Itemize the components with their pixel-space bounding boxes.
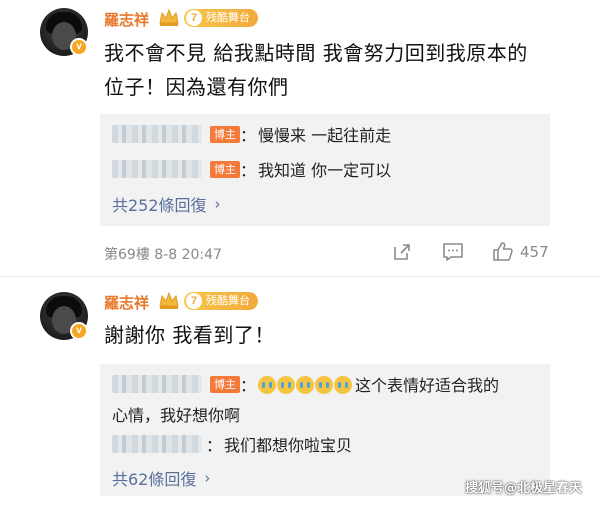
author-name[interactable]: 羅志祥: [104, 9, 149, 30]
chevron-right-icon: ›: [204, 469, 211, 487]
reply-text: 我知道 你一定可以: [258, 161, 392, 180]
reply-text: 慢慢来 一起往前走: [258, 126, 392, 145]
blurred-username: [112, 435, 202, 453]
more-replies-link[interactable]: 共252條回復 ›: [112, 192, 221, 216]
comment-content: 謝謝你 我看到了！: [104, 318, 275, 352]
floor-and-time: 第69樓 8-8 20:47: [104, 247, 222, 263]
reply-text-continued: 心情，我好想你啊: [112, 406, 241, 425]
content-line-2: 位子！因為還有你們: [104, 75, 289, 99]
blurred-username: [112, 160, 202, 178]
reply-item[interactable]: 博主 ： 这个表情好适合我的: [112, 372, 499, 396]
content-line-1: 謝謝你 我看到了！: [104, 323, 275, 347]
reply-box: 博主 ： 慢慢来 一起往前走 博主 ： 我知道 你一定可以 共252條回復 ›: [100, 114, 550, 226]
reply-separator: ：: [240, 161, 257, 180]
author-name[interactable]: 羅志祥: [104, 292, 149, 313]
level-badge[interactable]: 7 残酷舞台: [184, 292, 258, 310]
share-icon: [394, 244, 410, 260]
crown-icon: [159, 8, 179, 26]
watermark: 搜狐号@北极星春天: [464, 481, 582, 496]
more-replies-label: 共62條回復: [112, 470, 197, 489]
level-label: 残酷舞台: [206, 294, 250, 307]
reply-item[interactable]: 博主 ： 我知道 你一定可以: [112, 157, 391, 181]
comment-icon: [443, 243, 463, 261]
like-button[interactable]: 457: [492, 241, 549, 263]
thumbs-up-icon: [493, 242, 513, 261]
host-tag: 博主: [210, 125, 240, 143]
comment-content: 我不會不見 給我點時間 我會努力回到我原本的 位子！因為還有你們: [104, 36, 528, 104]
reply-text: 我们都想你啦宝贝: [224, 436, 353, 455]
host-tag: 博主: [210, 160, 240, 178]
reply-separator: ：: [240, 126, 257, 145]
comment-post-1: v 羅志祥 7 残酷舞台 我不會不見 給我點時間 我會努力回到我原本的 位子！因…: [0, 0, 600, 285]
share-button[interactable]: [392, 242, 412, 262]
level-number: 7: [186, 293, 202, 309]
verified-badge-icon: v: [70, 322, 88, 340]
host-tag: 博主: [210, 375, 240, 393]
blurred-username: [112, 125, 202, 143]
verified-badge-icon: v: [70, 38, 88, 56]
reply-item[interactable]: ： 我们都想你啦宝贝: [112, 432, 352, 456]
blurred-username: [112, 375, 202, 393]
level-number: 7: [186, 10, 202, 26]
like-count: 457: [520, 243, 549, 261]
reply-text: 这个表情好适合我的: [355, 376, 500, 395]
crown-icon: [159, 291, 179, 309]
level-badge[interactable]: 7 残酷舞台: [184, 9, 258, 27]
reply-separator: ：: [206, 436, 223, 455]
chevron-right-icon: ›: [214, 195, 221, 213]
divider: [0, 276, 600, 277]
level-label: 残酷舞台: [206, 11, 250, 24]
reply-separator: ：: [240, 376, 257, 395]
content-line-1: 我不會不見 給我點時間 我會努力回到我原本的: [104, 41, 528, 65]
comment-button[interactable]: [442, 242, 464, 262]
reply-item[interactable]: 博主 ： 慢慢来 一起往前走: [112, 122, 391, 146]
crying-emoji-icon: [258, 374, 353, 394]
more-replies-link[interactable]: 共62條回復 ›: [112, 466, 210, 490]
more-replies-label: 共252條回復: [112, 196, 207, 215]
